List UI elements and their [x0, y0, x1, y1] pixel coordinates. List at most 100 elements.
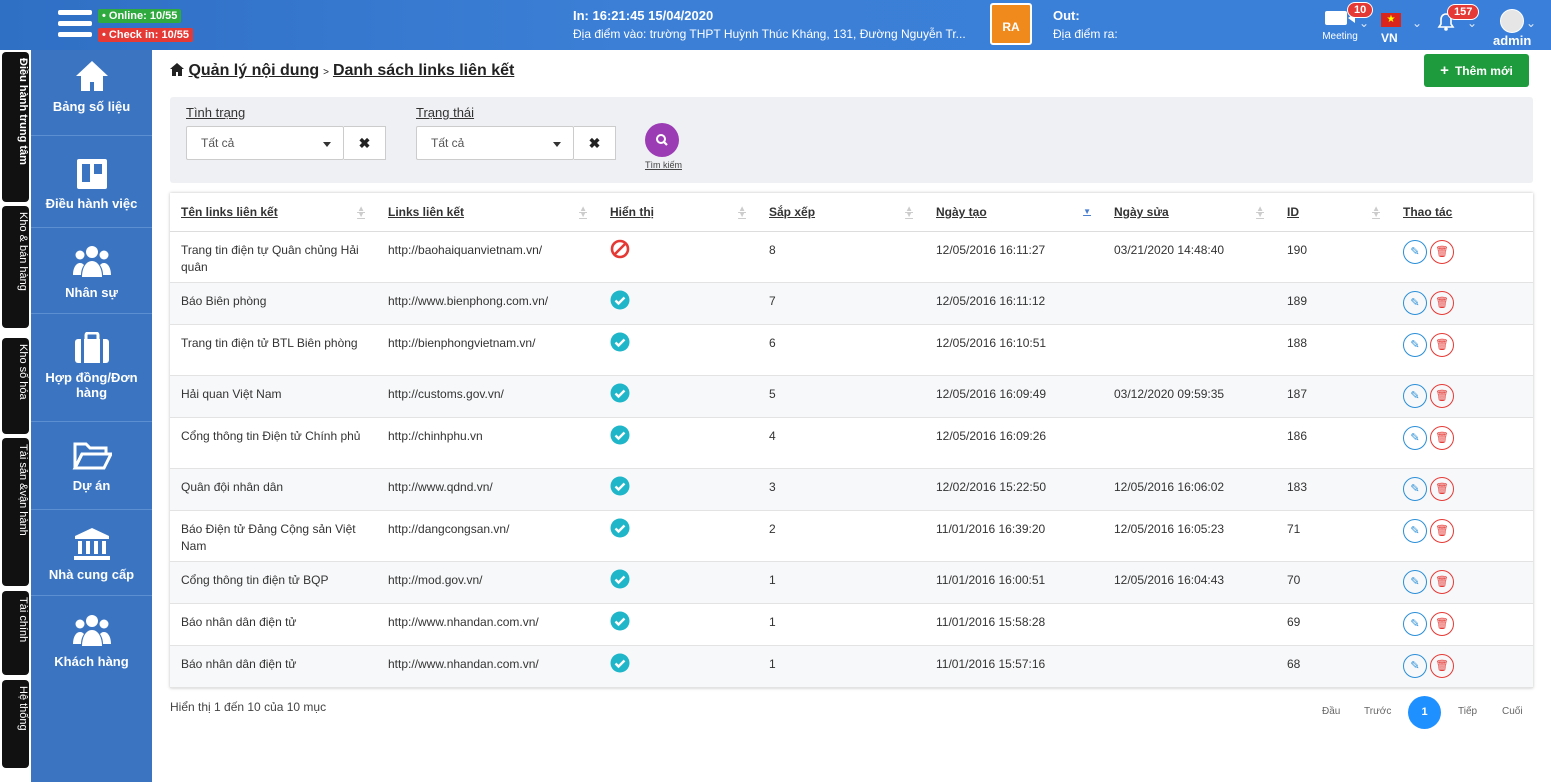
sidebar-item-contracts[interactable]: Hợp đồng/Đơn hàng: [31, 314, 152, 422]
column-header[interactable]: Tên links liên kết ▲ ▼: [170, 193, 377, 232]
chevron-down-icon[interactable]: ⌄: [1412, 16, 1422, 30]
sort-icon: ▲ ▼: [579, 204, 587, 219]
forbidden-icon[interactable]: [610, 239, 630, 259]
search-icon: [656, 134, 668, 146]
column-header[interactable]: ID ▲ ▼: [1276, 193, 1392, 232]
chevron-down-icon[interactable]: ⌄: [1526, 16, 1536, 30]
tab-tai-chinh[interactable]: Tài chính: [2, 591, 29, 675]
edit-button[interactable]: ✎: [1403, 239, 1427, 264]
edit-button[interactable]: ✎: [1403, 383, 1427, 408]
sidebar-item-label: Điều hành việc: [45, 196, 138, 211]
customers-icon: [72, 615, 111, 646]
table-row: Báo nhân dân điện tử http://www.nhandan.c…: [170, 645, 1533, 688]
order-cell: 7: [758, 282, 925, 325]
delete-button[interactable]: 🗑: [1430, 569, 1454, 594]
delete-button[interactable]: 🗑: [1430, 290, 1454, 315]
home-icon: [75, 61, 108, 91]
trash-icon: 🗑: [1435, 482, 1449, 495]
check-circle-icon[interactable]: [610, 476, 630, 496]
table-row: Trang tin điện tử BTL Biên phòng http://b…: [170, 324, 1533, 376]
sidebar-item-projects[interactable]: Dự án: [31, 422, 152, 510]
username[interactable]: admin: [1493, 33, 1531, 48]
edit-button[interactable]: ✎: [1403, 290, 1427, 315]
breadcrumb-separator: >: [323, 67, 329, 78]
home-icon[interactable]: [170, 63, 184, 76]
created-cell: 11/01/2016 16:39:20: [925, 510, 1103, 562]
check-circle-icon[interactable]: [610, 653, 630, 673]
menu-icon[interactable]: [58, 10, 92, 40]
vietnam-flag-icon[interactable]: ★: [1381, 13, 1401, 27]
edit-button[interactable]: ✎: [1403, 653, 1427, 678]
breadcrumb-root[interactable]: Quản lý nội dung: [188, 62, 319, 79]
delete-button[interactable]: 🗑: [1430, 476, 1454, 501]
id-cell: 186: [1276, 417, 1392, 469]
delete-button[interactable]: 🗑: [1430, 239, 1454, 264]
page-first-link[interactable]: Đầu: [1322, 706, 1340, 717]
delete-button[interactable]: 🗑: [1430, 611, 1454, 636]
sidebar-item-customers[interactable]: Khách hàng: [31, 596, 152, 682]
sidebar-item-label: Dự án: [72, 478, 111, 493]
sidebar-item-task[interactable]: Điều hành việc: [31, 136, 152, 228]
column-header[interactable]: Ngày sửa ▲ ▼: [1103, 193, 1276, 232]
page-last-link[interactable]: Cuối: [1502, 706, 1523, 717]
tab-dieu-hanh-trung-tam[interactable]: Điều hành trung tâm: [2, 52, 29, 202]
page-prev-link[interactable]: Trước: [1364, 706, 1391, 717]
column-header[interactable]: Links liên kết ▲ ▼: [377, 193, 599, 232]
avatar[interactable]: [1500, 9, 1524, 33]
check-circle-icon[interactable]: [610, 569, 630, 589]
tab-kho-ban-hang[interactable]: Kho & bán hàng: [2, 206, 29, 328]
check-circle-icon[interactable]: [610, 383, 630, 403]
chevron-down-icon[interactable]: ⌄: [1467, 16, 1477, 30]
checkout-location: Địa điểm ra:: [1053, 27, 1118, 41]
table-row: Quân đội nhân dân http://www.qdnd.vn/3 12/…: [170, 468, 1533, 511]
edit-button[interactable]: ✎: [1403, 425, 1427, 450]
delete-button[interactable]: 🗑: [1430, 332, 1454, 357]
tab-tai-san-van-hanh[interactable]: Tài sản &vận hành: [2, 438, 29, 586]
column-header[interactable]: Ngày tạo ▼: [925, 193, 1103, 232]
delete-button[interactable]: 🗑: [1430, 518, 1454, 543]
state-filter-select[interactable]: Tất cả: [416, 126, 574, 160]
edit-button[interactable]: ✎: [1403, 332, 1427, 357]
table-row: Cổng thông tin điện tử BQP http://mod.gov…: [170, 561, 1533, 604]
edit-button[interactable]: ✎: [1403, 518, 1427, 543]
check-circle-icon[interactable]: [610, 425, 630, 445]
check-circle-icon[interactable]: [610, 332, 630, 352]
sidebar-item-hr[interactable]: Nhân sự: [31, 228, 152, 314]
search-button[interactable]: [645, 123, 679, 157]
link-name-cell: Cổng thông tin Điện tử Chính phủ: [170, 417, 377, 469]
clear-state-button[interactable]: ✖: [574, 126, 616, 160]
add-new-button[interactable]: + Thêm mới: [1424, 54, 1529, 87]
updated-cell: [1103, 603, 1276, 646]
actions-cell: ✎ 🗑: [1392, 468, 1533, 511]
search-label[interactable]: Tìm kiếm: [645, 160, 682, 170]
id-cell: 68: [1276, 645, 1392, 688]
delete-button[interactable]: 🗑: [1430, 425, 1454, 450]
tab-kho-so-hoa[interactable]: Kho số hóa: [2, 338, 29, 434]
edit-button[interactable]: ✎: [1403, 611, 1427, 636]
tab-he-thong[interactable]: Hệ thống: [2, 680, 29, 768]
check-circle-icon[interactable]: [610, 518, 630, 538]
visible-cell: [599, 561, 758, 604]
sidebar-item-label: Khách hàng: [54, 654, 129, 669]
edit-button[interactable]: ✎: [1403, 569, 1427, 594]
page-next-link[interactable]: Tiếp: [1458, 706, 1477, 717]
check-circle-icon[interactable]: [610, 611, 630, 631]
sidebar-item-suppliers[interactable]: Nhà cung cấp: [31, 510, 152, 596]
delete-button[interactable]: 🗑: [1430, 653, 1454, 678]
column-header[interactable]: Sắp xếp ▲ ▼: [758, 193, 925, 232]
add-new-label: Thêm mới: [1454, 63, 1513, 78]
edit-button[interactable]: ✎: [1403, 476, 1427, 501]
chevron-down-icon[interactable]: ⌄: [1359, 16, 1369, 30]
company-logo[interactable]: RA: [990, 3, 1032, 45]
link-name-cell: Báo nhân dân điện tử: [170, 603, 377, 646]
sidebar-item-label: Nhà cung cấp: [48, 567, 135, 582]
sidebar-item-dashboard[interactable]: Bảng số liệu: [31, 50, 152, 136]
delete-button[interactable]: 🗑: [1430, 383, 1454, 408]
column-header[interactable]: Hiển thị ▲ ▼: [599, 193, 758, 232]
status-filter-select[interactable]: Tất cả: [186, 126, 344, 160]
page-current[interactable]: 1: [1408, 696, 1441, 729]
clear-status-button[interactable]: ✖: [344, 126, 386, 160]
breadcrumb-current[interactable]: Danh sách links liên kết: [333, 62, 514, 79]
check-circle-icon[interactable]: [610, 290, 630, 310]
language-label[interactable]: VN: [1381, 31, 1398, 45]
